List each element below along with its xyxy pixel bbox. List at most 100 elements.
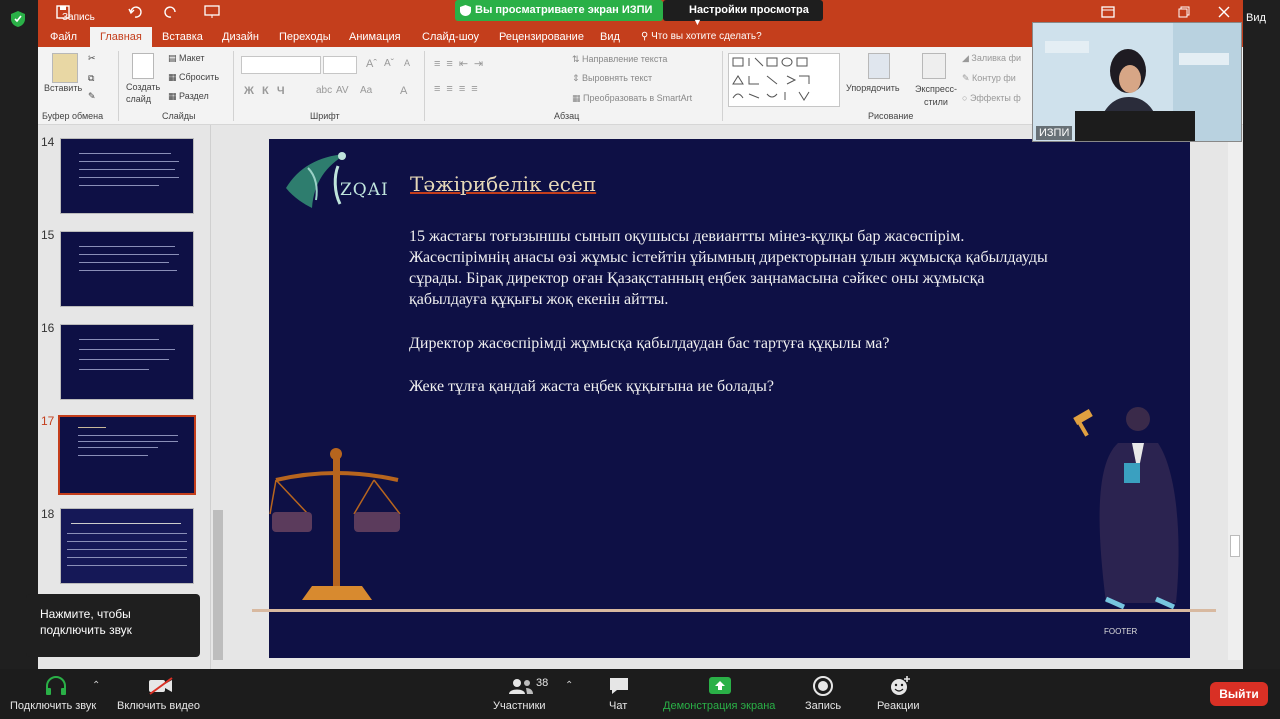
arrange-button[interactable]: Упорядочить <box>846 83 900 93</box>
start-video-button[interactable]: Включить видео <box>117 700 200 712</box>
thumbnail-scroll-thumb[interactable] <box>213 510 223 660</box>
record-icon[interactable] <box>813 676 833 696</box>
view-settings-button[interactable]: Настройки просмотра ▼ <box>663 0 823 27</box>
canvas-scroll-thumb[interactable] <box>1230 535 1240 557</box>
audio-options-chevron-icon[interactable]: ⌃ <box>92 680 100 691</box>
copy-icon[interactable]: ⧉ <box>88 73 94 84</box>
connect-audio-button[interactable]: Подключить звук <box>10 700 96 712</box>
paste-button[interactable]: Вставить <box>44 83 82 93</box>
section-icon: ▦ <box>168 91 180 101</box>
arrange-icon[interactable] <box>868 53 890 79</box>
undo-icon[interactable] <box>128 5 142 19</box>
font-size-select[interactable] <box>323 56 357 74</box>
record-button[interactable]: Запись <box>805 700 841 712</box>
slide-thumbnail-18[interactable] <box>60 508 194 584</box>
security-shield-icon[interactable] <box>10 10 26 28</box>
section-button[interactable]: ▦ Раздел <box>168 91 209 102</box>
increase-font-icon[interactable]: Aˆ <box>366 58 377 70</box>
slide-title[interactable]: Тәжірибелік есеп <box>410 172 596 196</box>
pen-icon: ✎ <box>962 73 973 83</box>
layout-icon: ▤ <box>168 53 180 63</box>
reactions-button[interactable]: Реакции <box>877 700 920 712</box>
slide-thumbnail-17[interactable] <box>58 415 196 495</box>
share-screen-button[interactable]: Демонстрация экрана <box>663 700 775 712</box>
participants-chevron-icon[interactable]: ⌃ <box>565 680 573 691</box>
shape-outline-button[interactable]: ✎ Контур фи <box>962 73 1016 84</box>
share-screen-icon[interactable] <box>709 677 731 694</box>
slide-paragraph-1[interactable]: 15 жастағы тоғызыншы сынып оқушысы девиа… <box>409 226 1059 310</box>
new-slide-icon[interactable] <box>132 53 154 79</box>
shape-fill-label: Заливка фи <box>971 53 1021 63</box>
participants-button[interactable]: Участники <box>493 700 546 712</box>
text-direction-button[interactable]: ⇅ Направление текста <box>572 54 667 65</box>
align-buttons[interactable]: ≡≡≡≡ <box>434 83 484 95</box>
tell-me-search[interactable]: ⚲ Что вы хотите сделать? <box>641 31 762 42</box>
slide-paragraph-3[interactable]: Жеке тұлға қандай жаста еңбек құқығына и… <box>409 376 1059 397</box>
tab-transitions[interactable]: Переходы <box>279 31 331 43</box>
thumb-number: 14 <box>41 135 55 149</box>
tab-animation[interactable]: Анимация <box>349 31 401 43</box>
quick-styles-icon[interactable] <box>922 53 946 79</box>
tab-design[interactable]: Дизайн <box>222 31 259 43</box>
format-painter-icon[interactable]: ✎ <box>88 91 96 102</box>
ribbon-display-icon[interactable] <box>1101 6 1115 18</box>
thumb-text-line <box>79 246 175 247</box>
paragraph-group-label: Абзац <box>554 111 580 121</box>
participants-icon[interactable] <box>508 677 534 695</box>
tab-review[interactable]: Рецензирование <box>499 31 584 43</box>
font-family-select[interactable] <box>241 56 321 74</box>
tooltip-line-1: Нажмите, чтобы <box>40 607 131 621</box>
chat-icon[interactable] <box>608 676 630 696</box>
text-direction-label: Направление текста <box>582 54 668 64</box>
new-slide-button[interactable]: Создать слайд <box>126 81 166 105</box>
align-text-label: Выровнять текст <box>582 73 653 83</box>
paste-icon[interactable] <box>52 53 78 83</box>
layout-button[interactable]: ▤ Макет <box>168 53 205 64</box>
thumb-text-line <box>67 565 187 566</box>
participant-video-tile[interactable] <box>1032 22 1242 142</box>
font-style-buttons[interactable]: ЖКЧ <box>244 85 293 97</box>
restore-window-icon[interactable] <box>1178 6 1190 18</box>
thumb-text-line <box>79 153 171 154</box>
slide-paragraph-2[interactable]: Директор жасөспірімді жұмысқа қабылдауда… <box>409 333 1059 354</box>
clear-format-icon[interactable]: A <box>404 58 410 68</box>
shape-fill-button[interactable]: ◢ Заливка фи <box>962 53 1021 64</box>
tab-slideshow[interactable]: Слайд-шоу <box>422 31 479 43</box>
slide-thumbnail-16[interactable] <box>60 324 194 400</box>
shape-effects-button[interactable]: ○ Эффекты ф <box>962 93 1021 103</box>
char-spacing-icon[interactable]: AV <box>336 85 349 96</box>
shapes-gallery[interactable] <box>728 53 840 107</box>
connect-audio-tooltip[interactable]: Нажмите, чтобы подключить звук <box>26 594 200 657</box>
chat-button[interactable]: Чат <box>609 700 627 712</box>
tell-me-label: Что вы хотите сделать? <box>651 31 762 42</box>
strikethrough-icon[interactable]: abc <box>316 85 332 96</box>
slide-thumbnail-14[interactable] <box>60 138 194 214</box>
slideshow-start-icon[interactable] <box>204 5 220 19</box>
quick-styles-button[interactable]: Экспресс-стили <box>908 83 964 109</box>
close-window-icon[interactable] <box>1218 6 1230 18</box>
reactions-icon[interactable] <box>889 675 911 697</box>
canvas-scrollbar[interactable] <box>1228 140 1242 660</box>
list-buttons[interactable]: ≡≡⇤⇥ <box>434 57 489 70</box>
change-case-icon[interactable]: Aa <box>360 85 372 96</box>
view-label[interactable]: Вид <box>1246 12 1266 24</box>
tab-home[interactable]: Главная <box>90 27 152 47</box>
tab-insert[interactable]: Вставка <box>162 31 203 43</box>
decrease-font-icon[interactable]: Aˇ <box>384 58 394 69</box>
tab-view[interactable]: Вид <box>600 31 620 43</box>
redo-icon[interactable] <box>164 5 178 19</box>
thumb-text-line <box>71 523 181 524</box>
headphones-icon[interactable] <box>44 676 68 696</box>
slide-thumbnail-15[interactable] <box>60 231 194 307</box>
font-color-icon[interactable]: A <box>400 85 407 97</box>
reset-button[interactable]: ▦ Сбросить <box>168 72 219 83</box>
leave-meeting-button[interactable]: Выйти <box>1210 682 1268 706</box>
smartart-button[interactable]: ▦ Преобразовать в SmartArt <box>572 93 692 104</box>
align-text-button[interactable]: ⇕ Выровнять текст <box>572 73 652 84</box>
cut-icon[interactable]: ✂ <box>88 53 96 64</box>
section-label: Раздел <box>179 91 209 101</box>
reset-label: Сбросить <box>179 72 220 82</box>
video-off-icon[interactable] <box>148 676 174 696</box>
tab-file[interactable]: Файл <box>50 31 77 43</box>
drawing-group-label: Рисование <box>868 111 914 121</box>
